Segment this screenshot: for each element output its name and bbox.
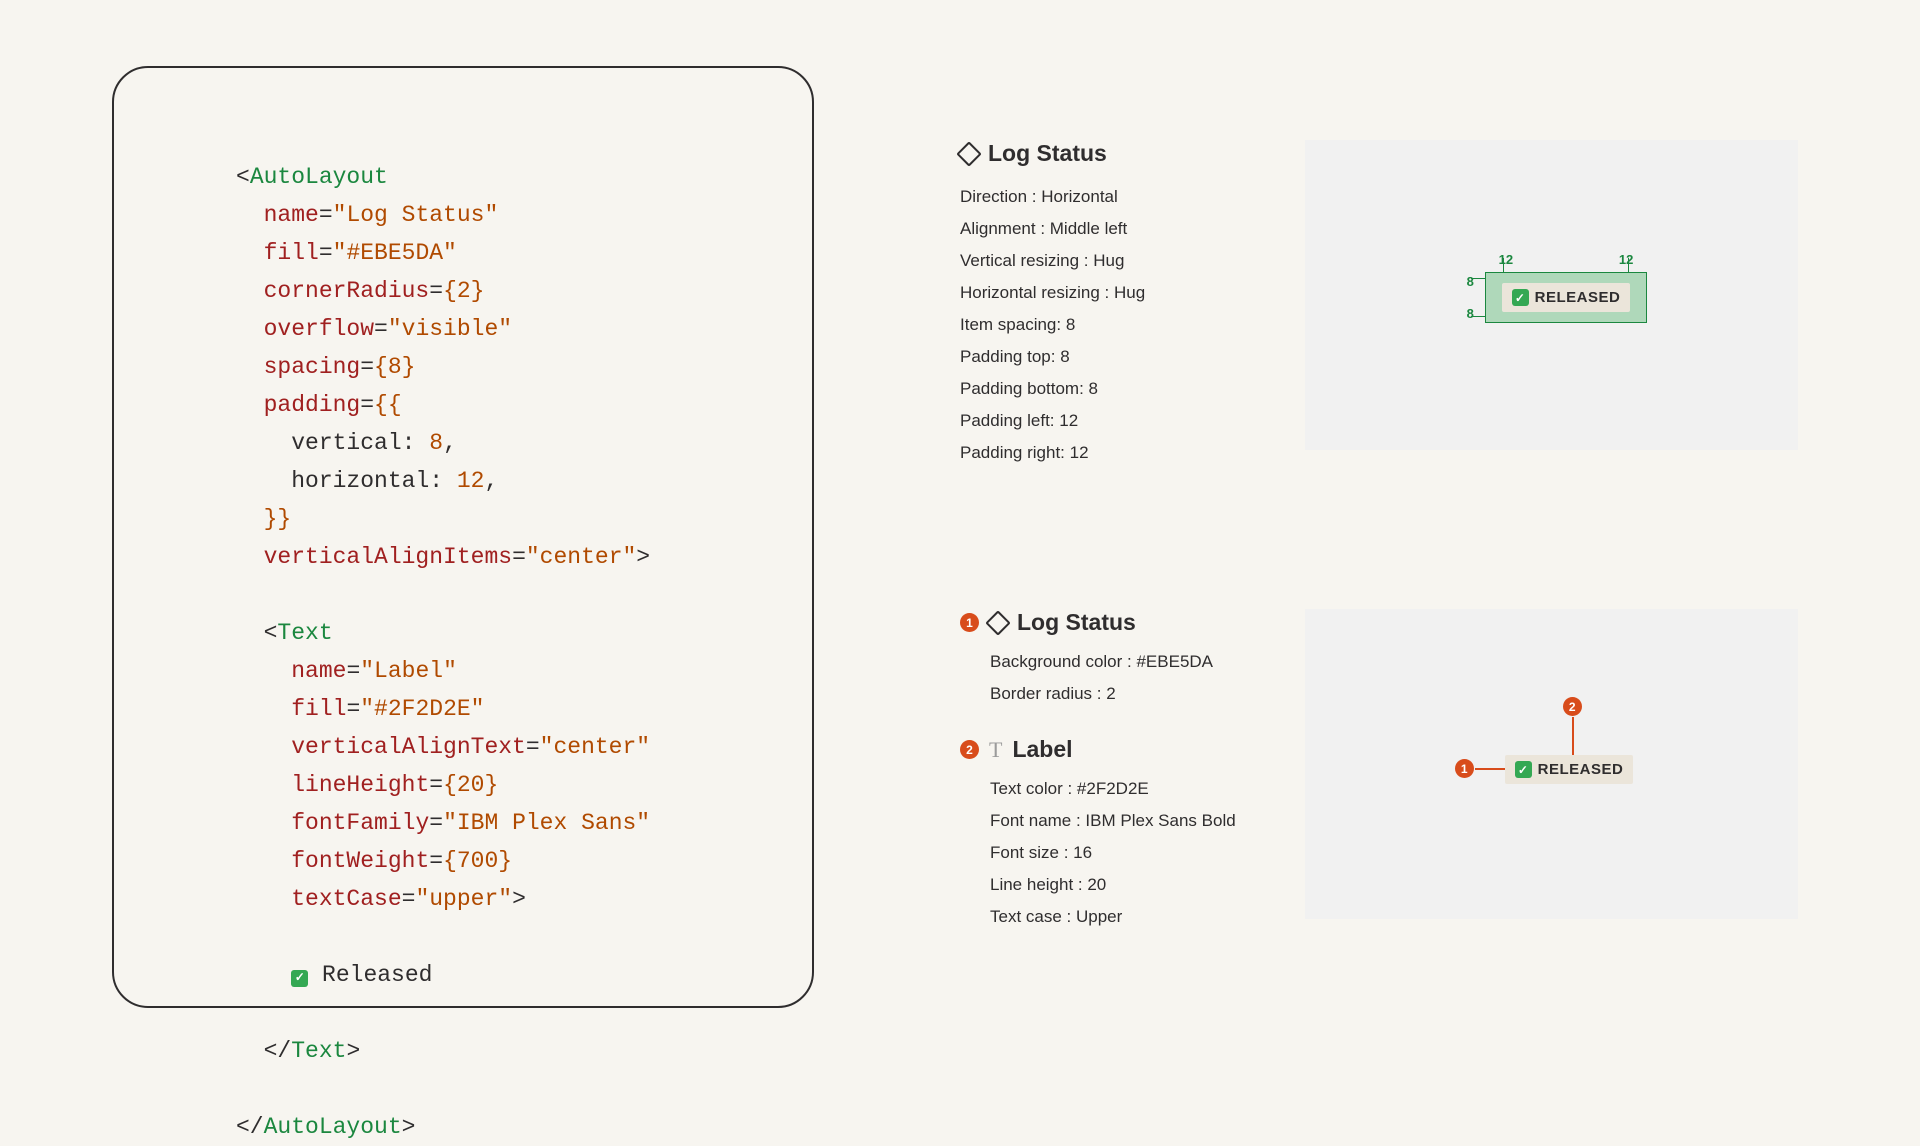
pad-value: 8 [1467, 306, 1474, 321]
section-autolayout: Log Status Direction : Horizontal Alignm… [960, 140, 1798, 469]
spec-row: Text color : #2F2D2E [990, 773, 1265, 805]
spec-row: Padding left: 12 [960, 405, 1265, 437]
frame-icon [985, 610, 1010, 635]
spec-row: Border radius : 2 [990, 678, 1265, 710]
spec-row: Padding right: 12 [960, 437, 1265, 469]
pad-value: 12 [1499, 252, 1513, 267]
check-icon: ✓ [291, 970, 308, 987]
spec-title: Log Status [988, 140, 1107, 167]
preview-padding: 12 12 8 8 ✓ RELEASED [1305, 140, 1798, 450]
tag-label: RELEASED [1538, 761, 1624, 778]
spec-heading: Log Status [960, 140, 1265, 167]
released-tag: ✓ RELEASED [1502, 283, 1631, 312]
spec-row: Line height : 20 [990, 869, 1265, 901]
frame-icon [956, 141, 981, 166]
released-tag: ✓ RELEASED [1505, 755, 1634, 784]
spec-row: Font name : IBM Plex Sans Bold [990, 805, 1265, 837]
spec-row: Item spacing: 8 [960, 309, 1265, 341]
spec-row: Direction : Horizontal [960, 181, 1265, 213]
check-icon: ✓ [1515, 761, 1532, 778]
spec-row: Padding top: 8 [960, 341, 1265, 373]
spec-row: Horizontal resizing : Hug [960, 277, 1265, 309]
spec-row: Vertical resizing : Hug [960, 245, 1265, 277]
preview-annotated: ✓ RELEASED 1 2 [1305, 609, 1798, 919]
spec-row: Text case : Upper [990, 901, 1265, 933]
spec-panels: Log Status Direction : Horizontal Alignm… [960, 140, 1798, 1099]
spec-row: Background color : #EBE5DA [990, 646, 1265, 678]
check-icon: ✓ [1512, 289, 1529, 306]
callout-line [1475, 768, 1505, 770]
pad-value: 8 [1467, 274, 1474, 289]
section-styles: 1 Log Status Background color : #EBE5DA … [960, 609, 1798, 959]
tag-label: RELEASED [1535, 289, 1621, 306]
spec-row: Padding bottom: 8 [960, 373, 1265, 405]
spec-row: Font size : 16 [990, 837, 1265, 869]
spec-title: Log Status [1017, 609, 1136, 636]
pad-value: 12 [1619, 252, 1633, 267]
callout-badge: 2 [1563, 697, 1582, 716]
spec-heading: 2 T Label [960, 736, 1265, 763]
spec-heading: 1 Log Status [960, 609, 1265, 636]
code-block: <AutoLayout name="Log Status" fill="#EBE… [236, 158, 732, 1146]
badge-number: 1 [960, 613, 979, 632]
spec-row: Alignment : Middle left [960, 213, 1265, 245]
text-layer-icon: T [989, 737, 1002, 763]
spec-title: Label [1012, 736, 1072, 763]
badge-number: 2 [960, 740, 979, 759]
code-panel: <AutoLayout name="Log Status" fill="#EBE… [112, 66, 814, 1008]
callout-line [1572, 717, 1574, 755]
callout-badge: 1 [1455, 759, 1474, 778]
